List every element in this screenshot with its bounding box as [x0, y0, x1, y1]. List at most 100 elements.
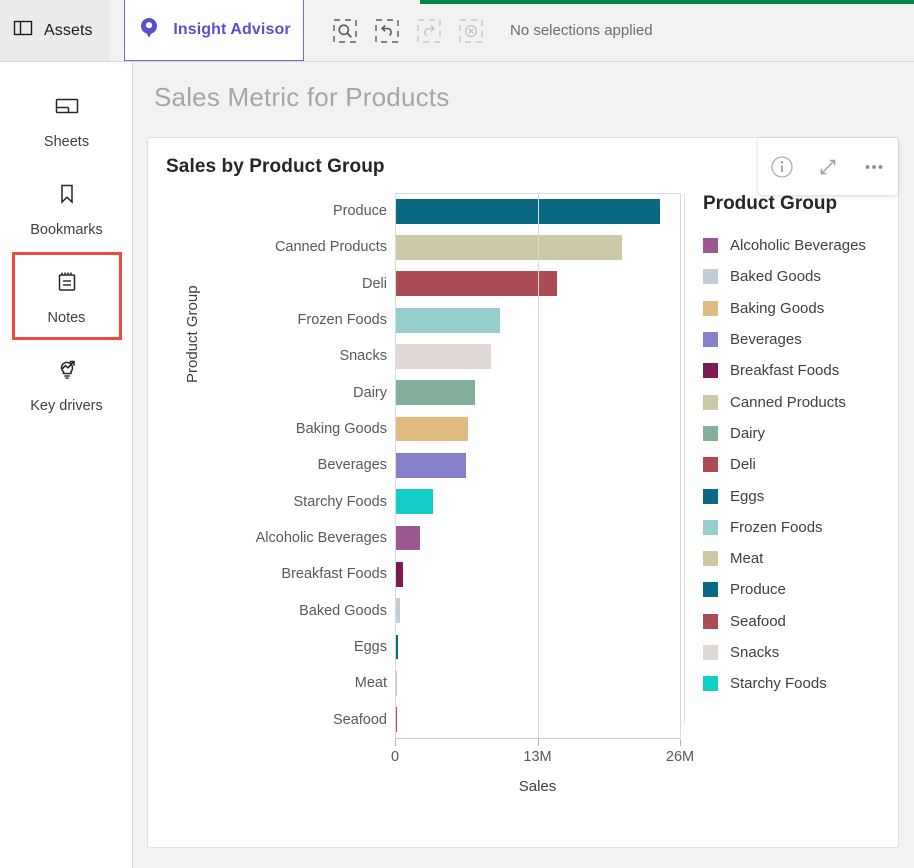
assets-button-label: Assets	[44, 21, 93, 39]
legend-item[interactable]: Dairy	[703, 418, 882, 449]
chart-card-actions	[758, 138, 898, 195]
legend-swatch	[703, 645, 718, 660]
bar[interactable]	[395, 707, 397, 733]
x-axis-tick	[395, 739, 396, 746]
sidebar-item-sheets[interactable]: Sheets	[0, 76, 133, 164]
sheets-icon	[52, 91, 82, 126]
legend-item[interactable]: Eggs	[703, 480, 882, 511]
bar[interactable]	[395, 671, 397, 696]
legend-label: Baking Goods	[730, 299, 825, 317]
legend-swatch	[703, 332, 718, 348]
bar-row[interactable]	[395, 520, 680, 556]
legend-swatch	[703, 269, 718, 285]
legend-item[interactable]: Alcoholic Beverages	[703, 230, 882, 261]
selection-status: No selections applied	[510, 22, 653, 39]
step-forward-button[interactable]	[414, 16, 444, 46]
legend-item[interactable]: Canned Products	[703, 386, 882, 417]
bar[interactable]	[395, 307, 501, 333]
y-axis-tick-label: Snacks	[339, 348, 387, 365]
legend-item[interactable]: Meat	[703, 543, 882, 574]
bar[interactable]	[395, 489, 434, 515]
legend-item[interactable]: Beverages	[703, 324, 882, 355]
bar-row[interactable]	[395, 338, 680, 374]
bar-row[interactable]	[395, 302, 680, 338]
legend-swatch	[703, 488, 718, 504]
top-toolbar: Assets Insight Advisor No selections app…	[0, 0, 914, 62]
sidebar-item-notes[interactable]: Notes	[0, 252, 133, 340]
bar-row[interactable]	[395, 193, 680, 229]
sidebar-item-label: Sheets	[43, 133, 90, 150]
bar-row[interactable]	[395, 484, 680, 520]
legend-item[interactable]: Snacks	[703, 637, 882, 668]
bar-row[interactable]	[395, 629, 680, 665]
bar[interactable]	[395, 271, 558, 297]
bar-row[interactable]	[395, 411, 680, 447]
bar[interactable]	[395, 235, 622, 260]
legend-item[interactable]: Produce	[703, 574, 882, 605]
main-content: Sales Metric for Products Sales by Produ…	[133, 62, 914, 868]
y-axis-tick-label: Frozen Foods	[297, 312, 387, 329]
legend-label: Beverages	[730, 331, 802, 349]
chart-card: Sales by Product Group Product Group Pro…	[147, 137, 899, 848]
bar[interactable]	[395, 453, 467, 478]
expand-button[interactable]	[813, 152, 843, 182]
y-axis-tick-label: Seafood	[332, 711, 387, 728]
bar-row[interactable]	[395, 593, 680, 629]
x-axis-ticks	[395, 739, 681, 746]
y-axis-tick-label: Baking Goods	[295, 421, 387, 438]
legend-label: Baked Goods	[730, 268, 821, 286]
clear-selections-button[interactable]	[456, 16, 486, 46]
bar[interactable]	[395, 598, 401, 624]
y-axis-tick-label: Canned Products	[274, 239, 387, 256]
step-back-button[interactable]	[372, 16, 402, 46]
legend-swatch	[703, 676, 718, 692]
legend-label: Seafood	[730, 612, 786, 630]
legend-item[interactable]: Seafood	[703, 606, 882, 637]
bar-row[interactable]	[395, 375, 680, 411]
info-button[interactable]	[767, 152, 797, 182]
x-axis-tick-label: 26M	[665, 749, 695, 765]
bar-row[interactable]	[395, 665, 680, 701]
bar[interactable]	[395, 634, 399, 660]
sidebar-item-bookmarks[interactable]: Bookmarks	[0, 164, 133, 252]
legend-swatch	[703, 300, 718, 316]
sidebar-item-label: Bookmarks	[30, 221, 103, 238]
y-axis-tick-label: Eggs	[353, 639, 387, 656]
legend-label: Snacks	[730, 644, 780, 661]
legend-label: Frozen Foods	[730, 518, 823, 536]
y-axis-tick-label: Starchy Foods	[293, 493, 388, 510]
legend-item[interactable]: Baking Goods	[703, 293, 882, 324]
bar-row[interactable]	[395, 702, 680, 738]
legend-label: Canned Products	[730, 393, 846, 411]
sidebar-item-key-drivers[interactable]: Key drivers	[0, 340, 133, 428]
assets-button[interactable]: Assets	[0, 0, 110, 61]
bar[interactable]	[395, 562, 404, 587]
bar-row[interactable]	[395, 447, 680, 483]
bar[interactable]	[395, 344, 492, 369]
bar-row[interactable]	[395, 556, 680, 592]
bar-row[interactable]	[395, 229, 680, 265]
x-axis-tick	[537, 739, 539, 746]
bar-row[interactable]	[395, 266, 680, 302]
legend-item[interactable]: Starchy Foods	[703, 668, 882, 699]
sidebar-item-label: Notes	[47, 309, 86, 326]
bar[interactable]	[395, 198, 661, 224]
y-axis-tick-label: Produce	[332, 203, 387, 220]
bar[interactable]	[395, 380, 476, 406]
legend-item[interactable]: Frozen Foods	[703, 512, 882, 543]
left-sidebar: Sheets Bookmarks Notes Key drivers	[0, 62, 133, 868]
legend-swatch	[703, 394, 718, 410]
tab-insight-advisor[interactable]: Insight Advisor	[124, 0, 304, 61]
page-title: Sales Metric for Products	[154, 82, 450, 112]
smart-search-button[interactable]	[330, 16, 360, 46]
y-axis-tick-label: Deli	[362, 275, 387, 292]
more-options-button[interactable]	[859, 152, 889, 182]
bar[interactable]	[395, 416, 469, 442]
sidebar-item-label: Key drivers	[30, 397, 103, 414]
legend-item[interactable]: Breakfast Foods	[703, 355, 882, 386]
insight-advisor-icon	[137, 16, 161, 45]
bar[interactable]	[395, 525, 421, 551]
legend-item[interactable]: Deli	[703, 449, 882, 480]
legend-item[interactable]: Baked Goods	[703, 261, 882, 292]
legend-label: Produce	[730, 581, 786, 599]
